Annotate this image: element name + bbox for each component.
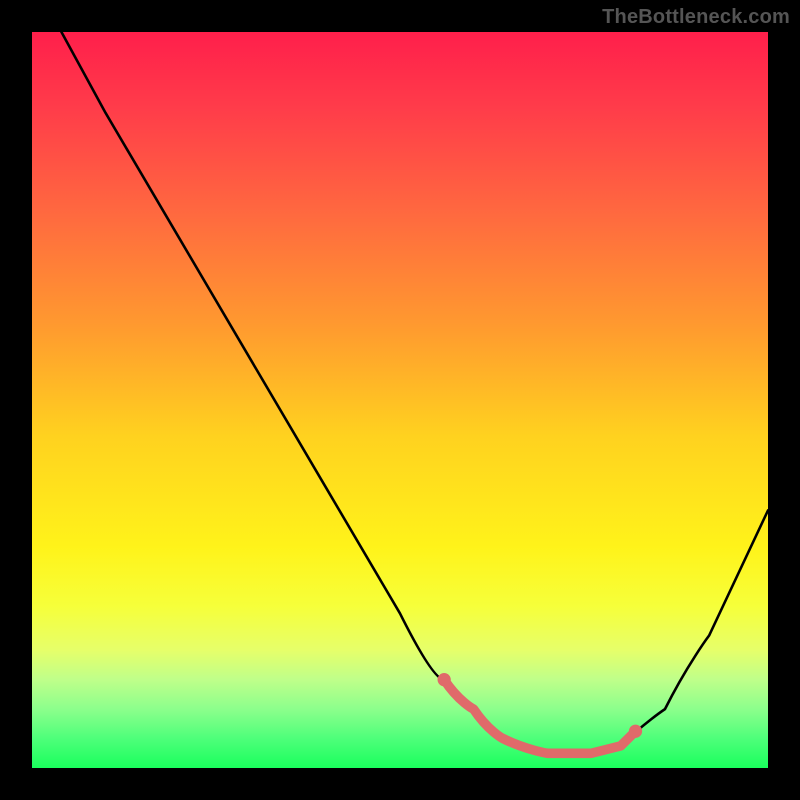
highlight-end-dot bbox=[629, 725, 642, 738]
plot-area bbox=[32, 32, 768, 768]
curve-svg bbox=[32, 32, 768, 768]
bottleneck-curve-path bbox=[61, 32, 768, 753]
chart-frame: TheBottleneck.com bbox=[0, 0, 800, 800]
watermark-text: TheBottleneck.com bbox=[602, 6, 790, 29]
bottleneck-highlight-path bbox=[444, 680, 635, 754]
highlight-start-dot bbox=[438, 673, 451, 686]
